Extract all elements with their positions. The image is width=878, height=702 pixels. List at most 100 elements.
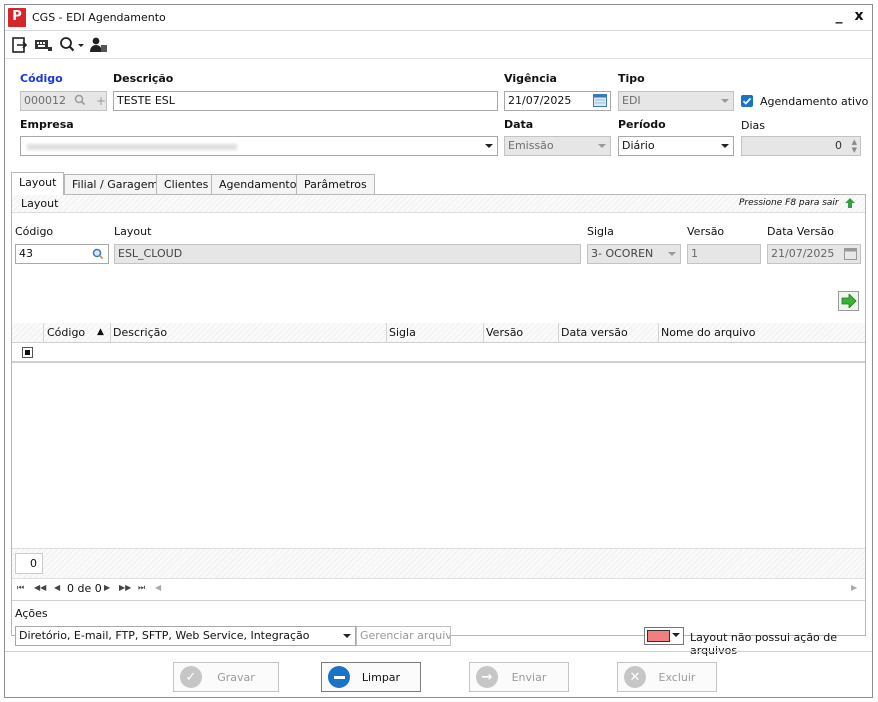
pager-bar: ⏮ ◀◀ ◀ 0 de 0 ▶ ▶▶ ⏭ ◀ ▶	[12, 578, 865, 598]
search-icon[interactable]	[74, 94, 86, 110]
limpar-label: Limpar	[361, 670, 401, 684]
last-page-icon[interactable]: ⏭	[138, 583, 145, 593]
chevron-down-icon	[672, 633, 680, 637]
vigencia-label: Vigência	[504, 72, 557, 85]
section-header: Layout Pressione F8 para sair	[12, 195, 865, 213]
hint-text: Pressione F8 para sair	[739, 198, 839, 208]
next-page-group-icon[interactable]: ▶▶	[119, 583, 131, 592]
stepper-arrows-icon[interactable]: ▲ ▼	[852, 138, 857, 154]
agendamento-ativo-label: Agendamento ativo	[760, 95, 869, 108]
versao-field: 1	[687, 244, 761, 264]
chevron-down-icon	[721, 99, 729, 103]
data-versao-field: 21/07/2025	[767, 244, 861, 264]
enviar-label: Enviar	[511, 670, 547, 684]
data-versao-label: Data Versão	[767, 225, 834, 238]
title-bar: P CGS - EDI Agendamento _ x	[5, 5, 872, 31]
tab-clientes[interactable]: Clientes	[156, 174, 217, 195]
check-icon: ✓	[180, 666, 202, 688]
calendar-icon	[844, 248, 857, 263]
close-button[interactable]: x	[851, 8, 867, 24]
legend-color-picker[interactable]	[644, 627, 684, 645]
data-label: Data	[504, 118, 534, 131]
grid-col-versao[interactable]: Versão	[486, 326, 523, 339]
excluir-button[interactable]: ✕ Excluir	[617, 662, 717, 692]
vigencia-date-field[interactable]: 21/07/2025	[504, 91, 611, 111]
dias-stepper[interactable]: 0 ▲ ▼	[741, 136, 861, 156]
collapse-arrow-icon[interactable]	[844, 197, 856, 212]
grid-col-nome-arquivo[interactable]: Nome do arquivo	[661, 326, 755, 339]
grid-footer: 0	[12, 548, 865, 578]
codigo-field[interactable]: 000012 +	[20, 91, 107, 111]
chevron-down-icon	[598, 144, 606, 148]
data-versao-value: 21/07/2025	[771, 247, 835, 260]
column-separator	[110, 323, 111, 342]
codigo-value: 000012	[24, 94, 66, 107]
tipo-select[interactable]: EDI	[618, 91, 734, 111]
grid-body	[12, 365, 865, 547]
window-title: CGS - EDI Agendamento	[32, 11, 166, 24]
blurred-company-name	[27, 144, 237, 150]
gerenciar-arquivos-button[interactable]: Gerenciar arquivos	[356, 626, 451, 646]
periodo-select[interactable]: Diário	[618, 136, 734, 156]
scroll-left-icon[interactable]: ◀	[155, 583, 161, 592]
gravar-button[interactable]: ✓ Gravar	[173, 662, 279, 692]
acoes-value: Diretório, E-mail, FTP, SFTP, Web Servic…	[19, 629, 310, 642]
tab-filial-garagem[interactable]: Filial / Garagem	[64, 174, 167, 195]
sigla-value: 3- OCOREN	[591, 247, 654, 260]
enviar-button[interactable]: → Enviar	[469, 662, 569, 692]
column-separator	[43, 323, 44, 342]
add-row-arrow-button[interactable]	[838, 291, 859, 311]
gravar-label: Gravar	[217, 670, 255, 684]
minimize-button[interactable]: _	[831, 8, 847, 24]
legend-color-swatch	[647, 630, 670, 642]
legend-text: Layout não possui ação de arquivos	[690, 631, 838, 657]
layout-name-label: Layout	[114, 225, 152, 238]
grid-col-codigo[interactable]: Código	[47, 326, 85, 339]
empresa-select[interactable]	[20, 136, 498, 156]
app-logo-icon: P	[8, 8, 26, 27]
keyboard-icon[interactable]	[34, 36, 54, 54]
grid-col-data-versao[interactable]: Data versão	[561, 326, 628, 339]
arrow-right-icon	[841, 294, 857, 308]
grid-header: Código ▲ Descrição Sigla Versão Data ver…	[12, 323, 865, 343]
tab-parametros[interactable]: Parâmetros	[296, 174, 375, 195]
delete-icon: ✕	[624, 666, 646, 688]
excluir-label: Excluir	[658, 670, 696, 684]
search-icon[interactable]	[58, 36, 86, 54]
grid-col-descricao[interactable]: Descrição	[113, 326, 167, 339]
prev-page-group-icon[interactable]: ◀◀	[34, 583, 46, 592]
descricao-label: Descrição	[113, 72, 174, 85]
acoes-select[interactable]: Diretório, E-mail, FTP, SFTP, Web Servic…	[15, 626, 356, 646]
search-icon[interactable]	[92, 248, 104, 263]
calendar-icon[interactable]	[593, 94, 607, 110]
minus-icon	[328, 666, 350, 688]
add-icon[interactable]: +	[96, 92, 106, 110]
tab-layout[interactable]: Layout	[11, 172, 65, 195]
data-select[interactable]: Emissão	[504, 136, 611, 156]
data-value: Emissão	[508, 139, 554, 152]
dias-value: 0	[835, 139, 842, 152]
periodo-label: Período	[618, 118, 666, 131]
layout-name-field: ESL_CLOUD	[114, 244, 581, 264]
first-page-icon[interactable]: ⏮	[17, 583, 24, 593]
tipo-label: Tipo	[618, 72, 645, 85]
sigla-label: Sigla	[587, 225, 614, 238]
scroll-right-icon[interactable]: ▶	[851, 583, 857, 592]
divider	[12, 600, 865, 601]
sigla-select[interactable]: 3- OCOREN	[587, 244, 681, 264]
user-icon[interactable]	[89, 36, 109, 54]
grid-col-sigla[interactable]: Sigla	[389, 326, 416, 339]
column-separator	[658, 323, 659, 342]
check-icon	[742, 97, 752, 105]
limpar-button[interactable]: Limpar	[321, 662, 421, 692]
tab-agendamento[interactable]: Agendamento	[211, 174, 305, 195]
next-page-icon[interactable]: ▶	[104, 583, 110, 592]
send-icon: →	[476, 666, 498, 688]
column-separator	[558, 323, 559, 342]
agendamento-ativo-checkbox[interactable]	[741, 95, 753, 107]
descricao-input[interactable]: TESTE ESL	[113, 91, 498, 111]
layout-codigo-input[interactable]: 43	[15, 244, 109, 264]
prev-page-icon[interactable]: ◀	[54, 583, 60, 592]
exit-icon[interactable]	[10, 36, 30, 54]
select-all-checkbox[interactable]	[22, 347, 33, 358]
